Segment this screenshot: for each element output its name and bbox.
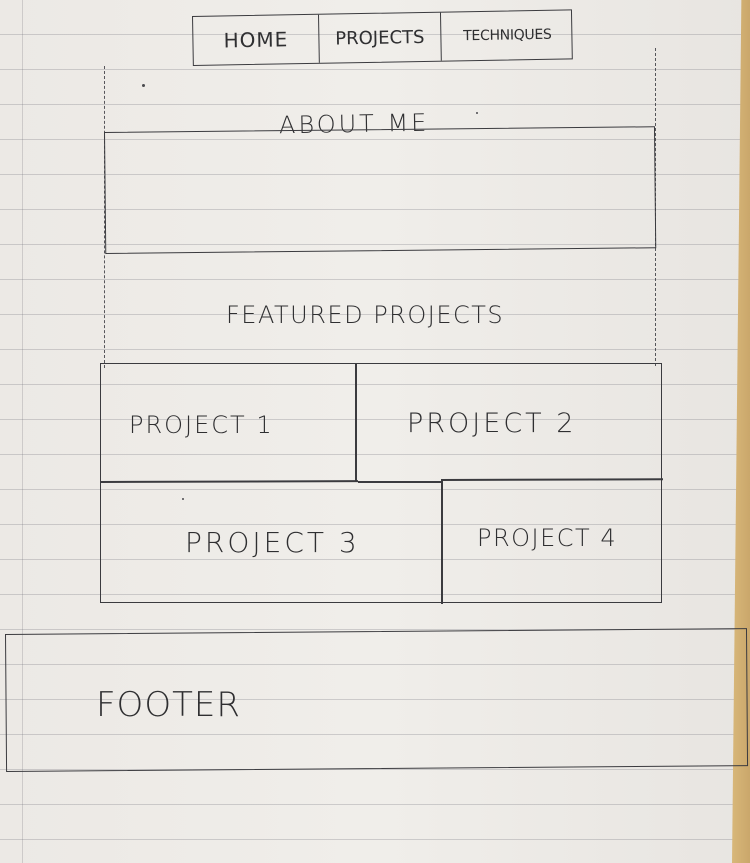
footer-label: FOOTER bbox=[96, 685, 241, 725]
top-navigation-bar: HOME PROJECTS TECHNIQUES bbox=[192, 9, 573, 66]
featured-projects-title: FEATURED PROJECTS bbox=[226, 301, 505, 329]
featured-projects-grid: PROJECT 1 PROJECT 2 PROJECT 3 PROJECT 4 bbox=[100, 363, 664, 604]
pencil-dot bbox=[142, 84, 145, 87]
pencil-dot bbox=[182, 498, 184, 500]
project-column-divider-top bbox=[355, 364, 357, 481]
project-row-divider-right bbox=[440, 478, 664, 481]
project-card-2-label[interactable]: PROJECT 2 bbox=[407, 408, 576, 439]
project-card-1-label[interactable]: PROJECT 1 bbox=[129, 411, 274, 439]
project-card-4-label[interactable]: PROJECT 4 bbox=[477, 524, 617, 552]
about-me-content-box bbox=[104, 126, 657, 254]
project-row-divider-left bbox=[100, 480, 359, 483]
nav-home[interactable]: HOME bbox=[193, 14, 320, 65]
project-card-3-label[interactable]: PROJECT 3 bbox=[185, 526, 360, 559]
project-row-connector bbox=[358, 481, 441, 483]
pencil-dot bbox=[476, 112, 478, 114]
nav-techniques[interactable]: TECHNIQUES bbox=[441, 10, 574, 60]
project-column-divider-bottom bbox=[441, 479, 443, 604]
nav-projects[interactable]: PROJECTS bbox=[318, 12, 442, 63]
